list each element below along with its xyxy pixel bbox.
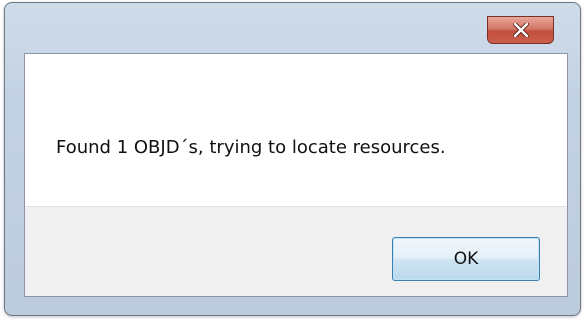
message-text: Found 1 OBJD´s, trying to locate resourc…	[56, 137, 446, 158]
button-bar: OK	[25, 206, 567, 296]
close-x-icon	[512, 23, 529, 37]
close-button[interactable]	[487, 16, 554, 44]
message-area: Found 1 OBJD´s, trying to locate resourc…	[25, 54, 567, 206]
ok-button[interactable]: OK	[392, 237, 540, 281]
message-dialog-window: Found 1 OBJD´s, trying to locate resourc…	[4, 2, 581, 316]
dialog-client-area: Found 1 OBJD´s, trying to locate resourc…	[24, 53, 568, 297]
